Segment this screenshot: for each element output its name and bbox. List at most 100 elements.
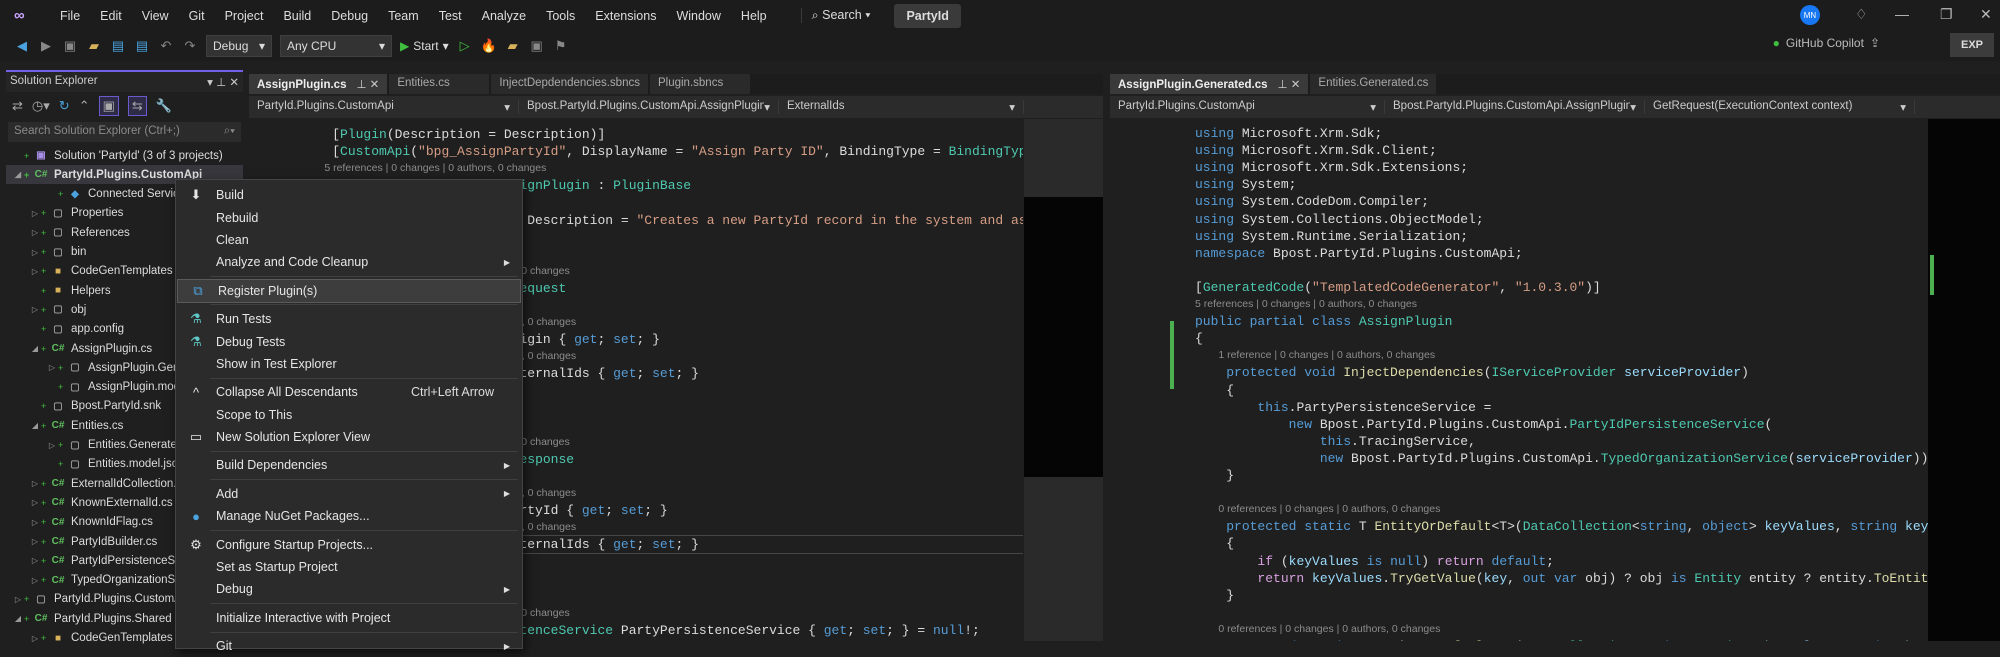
expander-icon[interactable]: ◢ xyxy=(12,170,24,179)
menu-item[interactable]: File xyxy=(50,9,90,23)
menu-item[interactable]: Git xyxy=(179,9,215,23)
nav-dropdown[interactable]: GetRequest(ExecutionContext context) ▾ xyxy=(1645,100,1915,114)
new-project-icon[interactable]: ▣ xyxy=(62,38,78,54)
solution-search-input[interactable]: Search Solution Explorer (Ctrl+;) ⌕▾ xyxy=(8,122,241,142)
editor-tab[interactable]: InjectDepdendencies.sbncs xyxy=(491,74,648,94)
minimap[interactable] xyxy=(1928,119,2000,641)
search-button[interactable]: ⌕ Search ▾ xyxy=(800,8,881,23)
context-menu-item-configure-startup-projects[interactable]: ⚙ Configure Startup Projects... xyxy=(176,533,522,555)
open-icon[interactable]: ▰ xyxy=(86,38,102,54)
context-menu-item-manage-nuget-packages[interactable]: ● Manage NuGet Packages... xyxy=(176,505,522,527)
expander-icon[interactable]: ▷ xyxy=(46,441,58,450)
codelens-text[interactable]: 5 references | 0 changes | 0 authors, 0 … xyxy=(1195,298,1417,310)
context-menu-item-debug[interactable]: Debug ▶ xyxy=(176,578,522,600)
expander-icon[interactable]: ▷ xyxy=(29,576,41,585)
collapse-all-icon[interactable]: ⌃ xyxy=(79,98,90,114)
account-avatar[interactable]: MN xyxy=(1800,5,1820,25)
nav-dropdown[interactable]: PartyId.Plugins.CustomApi ▾ xyxy=(1110,100,1385,114)
menu-item[interactable]: Tools xyxy=(536,9,585,23)
expander-icon[interactable]: ▷ xyxy=(29,518,41,527)
hot-reload-icon[interactable]: 🔥 xyxy=(481,38,497,54)
show-all-files-icon[interactable]: ▣ xyxy=(98,96,119,116)
codelens-text[interactable]: 0 references | 0 changes | 0 authors, 0 … xyxy=(1195,623,1440,635)
codelens-text[interactable]: 5 references | 0 changes | 0 authors, 0 … xyxy=(301,162,546,174)
restore-button[interactable]: ❐ xyxy=(1940,6,1953,23)
properties-icon[interactable]: 🔧 xyxy=(156,98,172,114)
code-area[interactable]: using Microsoft.Xrm.Sdk; using Microsoft.… xyxy=(1110,119,1928,641)
expander-icon[interactable]: ▷ xyxy=(29,537,41,546)
expander-icon[interactable]: ▷ xyxy=(29,498,41,507)
nav-dropdown[interactable]: ExternalIds ▾ xyxy=(779,100,1024,114)
redo-icon[interactable]: ↷ xyxy=(182,38,198,54)
menu-item[interactable]: Help xyxy=(731,9,777,23)
nav-dropdown[interactable]: Bpost.PartyId.Plugins.CustomApi.AssignPl… xyxy=(1385,100,1645,114)
nav-dropdown[interactable]: Bpost.PartyId.Plugins.CustomApi.AssignPl… xyxy=(519,100,779,114)
github-copilot-button[interactable]: ● GitHub Copilot ⇪ xyxy=(1773,36,1880,50)
menu-item[interactable]: Build xyxy=(273,9,321,23)
context-menu-item-debug-tests[interactable]: ⚗ Debug Tests xyxy=(176,330,522,352)
context-menu-item-clean[interactable]: Clean xyxy=(176,229,522,251)
menu-item[interactable]: View xyxy=(132,9,179,23)
expander-icon[interactable]: ◢ xyxy=(12,614,24,623)
share-icon[interactable]: ⇪ xyxy=(1870,36,1880,50)
window-icon[interactable]: ▣ xyxy=(529,38,545,54)
context-menu-item-new-solution-explorer-view[interactable]: ▭ New Solution Explorer View xyxy=(176,426,522,448)
expander-icon[interactable]: ◢ xyxy=(29,421,41,430)
project-badge[interactable]: PartyId xyxy=(894,3,961,28)
codelens-text[interactable]: 0 references | 0 changes | 0 authors, 0 … xyxy=(1195,503,1440,515)
expander-icon[interactable]: ▷ xyxy=(29,267,41,276)
save-icon[interactable]: ▤ xyxy=(110,38,126,54)
context-menu-item-initialize-interactive-with-project[interactable]: Initialize Interactive with Project xyxy=(176,607,522,629)
context-menu-item-run-tests[interactable]: ⚗ Run Tests xyxy=(176,308,522,330)
context-menu-item-add[interactable]: Add ▶ xyxy=(176,483,522,505)
expander-icon[interactable]: ▷ xyxy=(29,228,41,237)
tree-item[interactable]: + ▣ Solution 'PartyId' (3 of 3 projects) xyxy=(6,146,243,165)
save-all-icon[interactable]: ▤ xyxy=(134,38,150,54)
context-menu-item-build-dependencies[interactable]: Build Dependencies ▶ xyxy=(176,454,522,476)
context-menu-item-scope-to-this[interactable]: Scope to This xyxy=(176,404,522,426)
editor-tab[interactable]: Plugin.sbncs xyxy=(649,74,750,94)
refresh-icon[interactable]: ↻ xyxy=(59,98,70,114)
platform-select[interactable]: Any CPU ▾ xyxy=(280,35,392,57)
start-without-debugging-icon[interactable]: ▷ xyxy=(457,38,473,54)
minimize-button[interactable]: — xyxy=(1895,6,1909,22)
tab-pin-close-icon[interactable]: ⊥ ✕ xyxy=(1278,79,1301,91)
pin-close-icons[interactable]: ▾ ⊥ ✕ xyxy=(207,75,239,89)
nav-dropdown[interactable]: PartyId.Plugins.CustomApi ▾ xyxy=(249,100,519,114)
context-menu-item-set-as-startup-project[interactable]: Set as Startup Project xyxy=(176,556,522,578)
menu-item[interactable]: Test xyxy=(429,9,472,23)
expander-icon[interactable]: ▷ xyxy=(12,595,24,604)
pending-changes-icon[interactable]: ◷▾ xyxy=(32,98,50,114)
context-menu-item-collapse-all-descendants[interactable]: ^ Collapse All Descendants Ctrl+Left Arrow xyxy=(176,381,522,403)
sync-icon[interactable]: ⇆ xyxy=(127,96,147,116)
editor-tab[interactable]: Entities.Generated.cs xyxy=(1310,74,1437,94)
exp-badge[interactable]: EXP xyxy=(1950,33,1994,57)
configuration-select[interactable]: Debug ▾ xyxy=(206,35,272,57)
minimap[interactable] xyxy=(1024,119,1103,641)
undo-icon[interactable]: ↶ xyxy=(158,38,174,54)
feedback-icon[interactable]: ♢ xyxy=(1855,6,1868,23)
menu-item[interactable]: Project xyxy=(215,9,274,23)
forward-icon[interactable]: ▶ xyxy=(38,38,54,54)
menu-item[interactable]: Analyze xyxy=(472,9,536,23)
tab-pin-close-icon[interactable]: ⊥ ✕ xyxy=(356,79,379,91)
menu-item[interactable]: Extensions xyxy=(585,9,666,23)
menu-item[interactable]: Debug xyxy=(321,9,378,23)
menu-item[interactable]: Edit xyxy=(90,9,132,23)
context-menu-item-build[interactable]: ⬇ Build xyxy=(176,184,522,206)
codelens-text[interactable]: 1 reference | 0 changes | 0 authors, 0 c… xyxy=(1195,349,1435,361)
start-button[interactable]: ▶ Start ▾ xyxy=(400,39,449,53)
folder-icon[interactable]: ▰ xyxy=(505,38,521,54)
context-menu-item-analyze-and-code-cleanup[interactable]: Analyze and Code Cleanup ▶ xyxy=(176,251,522,273)
expander-icon[interactable]: ▷ xyxy=(29,634,41,643)
close-window-button[interactable]: ✕ xyxy=(1980,6,1992,23)
editor-tab[interactable]: AssignPlugin.cs ⊥ ✕ xyxy=(249,74,388,94)
expander-icon[interactable]: ◢ xyxy=(29,344,41,353)
expander-icon[interactable]: ▷ xyxy=(46,363,58,372)
back-icon[interactable]: ◀ xyxy=(14,38,30,54)
editor-tab[interactable]: AssignPlugin.Generated.cs ⊥ ✕ xyxy=(1110,74,1309,94)
menu-item[interactable]: Team xyxy=(378,9,429,23)
menu-item[interactable]: Window xyxy=(666,9,730,23)
expander-icon[interactable]: ▷ xyxy=(29,305,41,314)
switch-views-icon[interactable]: ⇄ xyxy=(12,98,23,114)
